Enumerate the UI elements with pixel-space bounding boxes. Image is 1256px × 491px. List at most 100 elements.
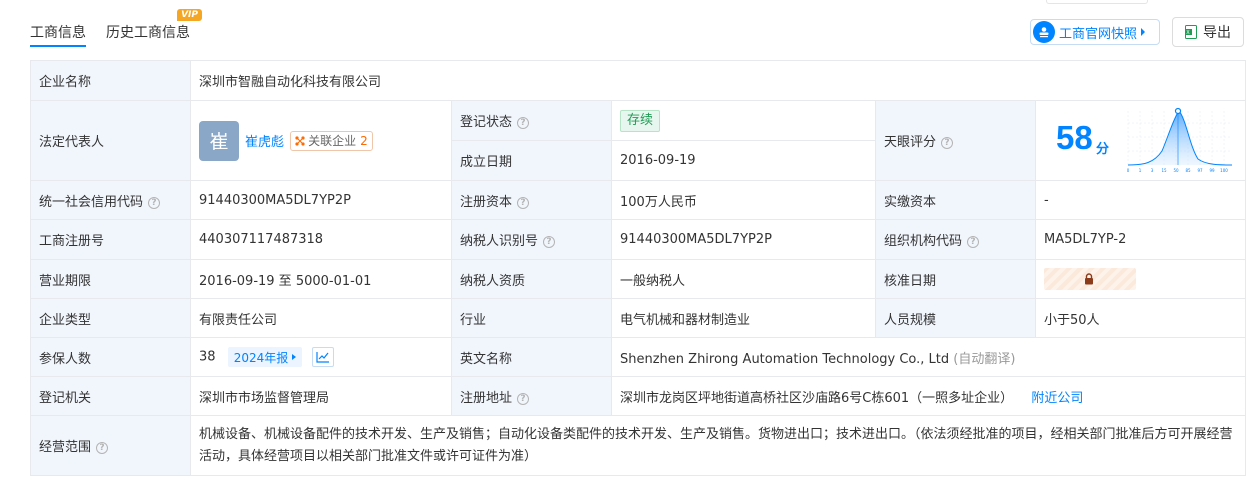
type-label: 企业类型 [30,298,191,338]
locked-field[interactable] [1044,268,1136,290]
caret-right-icon [292,354,297,360]
caret-right-icon [1141,28,1146,36]
official-snapshot-button[interactable]: 工商官网快照 [1030,19,1160,45]
credit-code-label: 统一社会信用代码? [30,180,191,220]
score-axis-tick: 100 [1220,168,1228,173]
export-button[interactable]: X 导出 [1172,17,1244,47]
score-unit: 分 [1096,142,1110,157]
score-axis-tick: 97 [1197,168,1203,173]
english-name: Shenzhen Zhirong Automation Technology C… [620,351,950,367]
org-code-label: 组织机构代码? [875,219,1036,260]
registered-address: 深圳市龙岗区坪地街道高桥社区沙庙路6号C栋601（一照多址企业） [620,390,1014,406]
industry-label: 行业 [451,298,612,338]
registration-authority: 深圳市市场监督管理局 [190,376,452,416]
line-chart-icon [316,352,330,363]
tab-business-info[interactable]: 工商信息 [30,0,86,48]
authority-label: 登记机关 [30,376,191,416]
english-name-label: 英文名称 [451,337,612,377]
paid-capital: - [1034,180,1247,220]
svg-text:X: X [1186,30,1190,36]
score-axis-tick: 0 [1127,168,1130,173]
address-label: 注册地址? [451,376,612,416]
score-axis-tick: 1 [1139,168,1142,173]
legal-rep-label: 法定代表人 [30,100,191,181]
stamp-icon [1033,21,1055,43]
vip-badge: VIP [177,9,202,21]
scope-label: 经营范围? [30,415,191,476]
related-companies-tag[interactable]: 关联企业 2 [290,130,373,151]
staff-size-label: 人员规模 [875,298,1036,338]
founded-label: 成立日期 [451,140,612,181]
table-row: 工商注册号 440307117487318 纳税人识别号? 91440300MA… [30,219,1247,260]
company-type: 有限责任公司 [190,298,452,338]
legal-rep-cell: 崔崔虎彪 关联企业 2 [190,100,452,181]
business-scope: 机械设备、机械设备配件的技术开发、生产及销售；自动化设备类配件的技术开发、生产及… [189,415,1247,476]
reg-no: 440307117487318 [190,219,452,260]
tab-history-business-info[interactable]: 历史工商信息 VIP [106,0,202,48]
org-code: MA5DL7YP-2 [1034,219,1247,260]
paid-capital-label: 实缴资本 [875,180,1036,220]
tax-id: 91440300MA5DL7YP2P [611,219,876,260]
reg-capital-label: 注册资本? [451,180,612,220]
tax-id-label: 纳税人识别号? [451,219,612,260]
avatar[interactable]: 崔 [199,120,239,161]
help-icon[interactable]: ? [517,117,530,129]
reg-capital: 100万人民币 [611,180,876,220]
score-axis-tick: 3 [1151,168,1154,173]
nearby-companies-link[interactable]: 附近公司 [1031,391,1083,406]
company-name-label: 企业名称 [30,60,191,101]
network-icon [295,135,305,146]
status-badge: 存续 [620,109,661,132]
score-axis-tick: 15 [1161,168,1167,173]
lock-icon [1085,273,1093,285]
annual-report-tag[interactable]: 2024年报 [227,347,303,367]
table-row: 营业期限 2016-09-19 至 5000-01-01 纳税人资质 一般纳税人… [30,259,1247,299]
founded-date: 2016-09-19 [611,140,876,181]
help-icon[interactable]: ? [148,196,161,209]
english-name-cell: Shenzhen Zhirong Automation Technology C… [610,337,1247,377]
insured-cell: 38 2024年报 [190,337,452,377]
approval-date-cell [1034,259,1247,299]
company-name: 深圳市智融自动化科技有限公司 [189,60,1247,101]
legal-rep-name[interactable]: 崔虎彪 [245,135,284,150]
table-row: 法定代表人 崔崔虎彪 关联企业 2 登记状态? 存续 天眼评分? 58 分 0 … [30,100,1247,181]
tab-bar: 工商信息 历史工商信息 VIP [30,0,210,48]
staff-size: 小于50人 [1034,298,1247,338]
help-icon[interactable]: ? [517,196,530,209]
help-icon[interactable]: ? [967,236,980,248]
taxpayer-type: 一般纳税人 [611,259,876,299]
taxpayer-type-label: 纳税人资质 [451,259,612,299]
status-label: 登记状态? [451,100,612,141]
table-row: 经营范围? 机械设备、机械设备配件的技术开发、生产及销售；自动化设备类配件的技术… [30,415,1247,476]
excel-icon: X [1185,25,1197,39]
status-cell: 存续 [611,100,876,141]
tianyan-score: 58 [1056,119,1093,156]
score-distribution-chart: 0 1 3 15 50 85 97 99 100 [1127,107,1233,173]
table-row: 统一社会信用代码? 91440300MA5DL7YP2P 注册资本? 100万人… [30,180,1247,220]
help-icon[interactable]: ? [543,236,556,248]
table-row: 企业类型 有限责任公司 行业 电气机械和器材制造业 人员规模 小于50人 [30,298,1247,338]
industry: 电气机械和器材制造业 [611,298,876,338]
address-cell: 深圳市龙岗区坪地街道高桥社区沙庙路6号C栋601（一照多址企业） 附近公司 [610,376,1247,416]
score-label: 天眼评分? [875,100,1036,181]
score-axis-tick: 50 [1173,168,1179,173]
table-row: 参保人数 38 2024年报 英文名称 Shenzhen Zhirong Aut… [30,337,1247,377]
term-label: 营业期限 [30,259,191,299]
trend-chart-button[interactable] [312,347,335,367]
insured-label: 参保人数 [30,337,191,377]
help-icon[interactable]: ? [517,392,530,405]
approval-date-label: 核准日期 [875,259,1036,299]
score-axis-tick: 85 [1185,168,1191,173]
business-info-table: 企业名称 深圳市智融自动化科技有限公司 法定代表人 崔崔虎彪 关联企业 2 登记状… [30,60,1247,476]
help-icon[interactable]: ? [96,442,109,454]
credit-code: 91440300MA5DL7YP2P [190,180,452,220]
top-divider [1046,0,1148,4]
score-axis-tick: 99 [1209,168,1215,173]
insured-count: 38 [199,349,216,365]
tianyan-score-cell[interactable]: 58 分 0 1 3 15 50 85 97 99 100 [1034,100,1247,181]
table-row: 企业名称 深圳市智融自动化科技有限公司 [30,60,1247,101]
table-row: 登记机关 深圳市市场监督管理局 注册地址? 深圳市龙岗区坪地街道高桥社区沙庙路6… [30,376,1247,416]
auto-translate-note: (自动翻译) [953,351,1016,367]
help-icon[interactable]: ? [941,137,954,149]
business-term: 2016-09-19 至 5000-01-01 [190,259,452,299]
